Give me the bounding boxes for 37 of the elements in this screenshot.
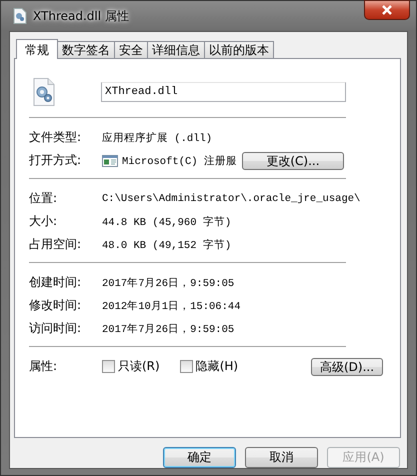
window-title: XThread.dll 属性: [33, 8, 129, 24]
checkbox-label: 隐藏(H): [196, 358, 238, 375]
field-value: 2017年7月26日，9:59:05: [102, 276, 234, 290]
tab[interactable]: 安全: [114, 41, 148, 58]
dialog-button[interactable]: 取消: [245, 447, 318, 468]
checkbox[interactable]: [102, 360, 115, 373]
close-icon: [381, 5, 393, 15]
field-value: Microsoft(C) 注册服: [122, 154, 237, 168]
tab[interactable]: 常规: [16, 39, 58, 59]
field-value: 2012年10月1日，15:06:44: [102, 300, 241, 312]
checkbox[interactable]: [180, 360, 193, 373]
field-label: 占用空间:: [29, 236, 82, 253]
tab[interactable]: 详细信息: [147, 41, 205, 58]
change-button[interactable]: 更改(C)...: [242, 152, 344, 170]
field-value: 2017年7月26日，9:59:05: [102, 322, 234, 336]
field-value: 应用程序扩展 (.dll): [102, 131, 212, 144]
file-name-field[interactable]: XThread.dll: [101, 82, 346, 102]
dialog-button[interactable]: 确定: [163, 447, 236, 468]
field-label: 打开方式:: [29, 152, 82, 169]
field-label: 属性:: [29, 358, 58, 375]
gear-file-icon: [33, 78, 55, 106]
field-label: 文件类型:: [29, 129, 82, 146]
tab[interactable]: 数字签名: [57, 41, 115, 58]
field-label: 创建时间:: [29, 274, 82, 291]
file-icon: [13, 8, 27, 24]
close-button[interactable]: [364, 0, 410, 20]
field-label: 大小:: [29, 213, 58, 230]
field-value: C:\Users\Administrator\.oracle_jre_usage\: [102, 192, 360, 204]
field-value: 44.8 KB (45,960 字节): [102, 215, 232, 228]
field-label: 修改时间:: [29, 297, 82, 314]
checkbox-label: 只读(R): [118, 358, 160, 375]
tab[interactable]: 以前的版本: [204, 41, 274, 58]
field-value: 48.0 KB (49,152 字节): [102, 238, 232, 252]
field-label: 访问时间:: [29, 320, 82, 337]
app-window-icon: [102, 154, 118, 166]
field-label: 位置:: [29, 190, 58, 207]
advanced-button[interactable]: 高级(D)...: [311, 358, 383, 376]
